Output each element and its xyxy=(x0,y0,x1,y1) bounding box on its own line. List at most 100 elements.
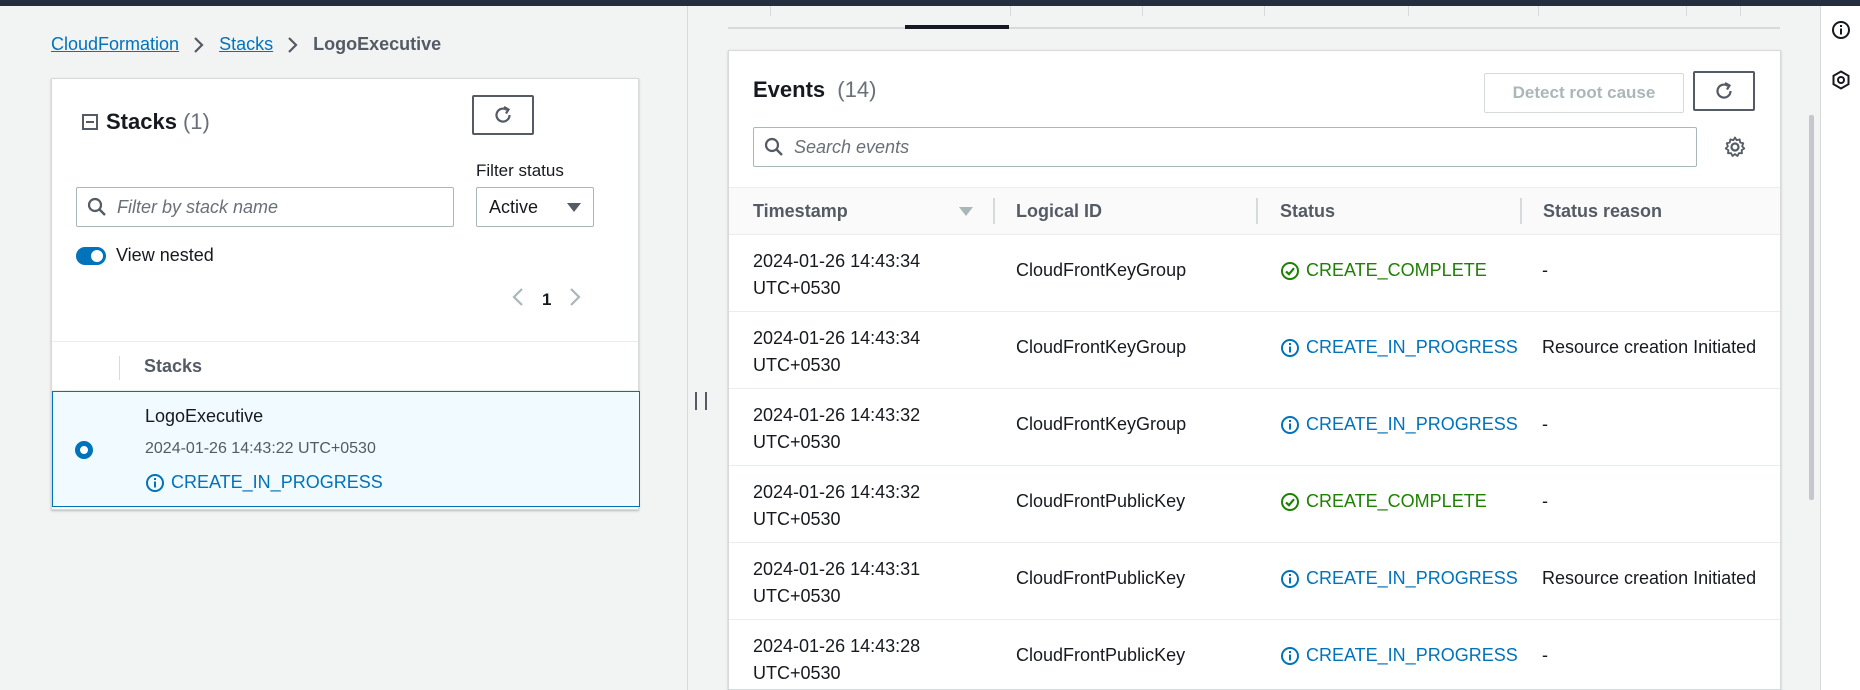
events-refresh-button[interactable] xyxy=(1693,71,1755,111)
view-nested-toggle[interactable] xyxy=(76,246,106,265)
tab-divider xyxy=(1264,6,1265,16)
timestamp-zone: UTC+0530 xyxy=(753,355,841,375)
event-status: CREATE_IN_PROGRESS xyxy=(1280,568,1518,589)
stack-status: CREATE_IN_PROGRESS xyxy=(145,472,383,493)
table-row[interactable]: 2024-01-26 14:43:34 UTC+0530 CloudFrontKe… xyxy=(729,235,1780,312)
events-card: Events (14) Detect root cause Search eve… xyxy=(728,50,1781,690)
events-table-header: Timestamp Logical ID Status Status reaso… xyxy=(729,187,1780,235)
info-icon[interactable] xyxy=(1831,20,1851,45)
tab-divider xyxy=(1740,6,1741,16)
event-status-reason: - xyxy=(1542,645,1548,665)
chevron-right-icon[interactable] xyxy=(569,287,582,312)
table-row[interactable]: 2024-01-26 14:43:32 UTC+0530 CloudFrontPu… xyxy=(729,466,1780,543)
collapse-icon[interactable] xyxy=(82,114,98,130)
stack-row-selected[interactable]: LogoExecutive 2024-01-26 14:43:22 UTC+05… xyxy=(52,391,640,507)
event-status-reason: - xyxy=(1542,414,1548,434)
filter-status-value: Active xyxy=(489,196,539,217)
timestamp-date: 2024-01-26 14:43:32 xyxy=(753,482,921,502)
info-icon xyxy=(1281,415,1299,434)
info-icon xyxy=(146,473,164,492)
stack-name: LogoExecutive xyxy=(145,406,264,426)
event-status-text: CREATE_IN_PROGRESS xyxy=(1306,337,1518,357)
event-timestamp: 2024-01-26 14:43:34 UTC+0530 xyxy=(753,325,920,379)
detect-root-cause-button[interactable]: Detect root cause xyxy=(1484,73,1684,113)
stacks-title: Stacks xyxy=(106,109,177,134)
column-divider[interactable] xyxy=(1520,198,1522,224)
event-status-text: CREATE_IN_PROGRESS xyxy=(1306,414,1518,434)
tab-divider xyxy=(1408,6,1409,16)
scrollbar[interactable] xyxy=(1809,115,1814,500)
tab-events-active-indicator[interactable] xyxy=(905,25,1009,29)
column-divider[interactable] xyxy=(1256,198,1258,224)
info-icon xyxy=(1281,569,1299,588)
column-divider[interactable] xyxy=(993,198,995,224)
refresh-icon xyxy=(1716,82,1732,99)
breadcrumb-cloudformation[interactable]: CloudFormation xyxy=(51,34,179,55)
filter-status-label: Filter status xyxy=(476,161,564,180)
breadcrumb-current: LogoExecutive xyxy=(313,34,442,54)
table-row[interactable]: 2024-01-26 14:43:28 UTC+0530 CloudFrontPu… xyxy=(729,620,1780,689)
chevron-left-icon[interactable] xyxy=(512,287,524,312)
event-status: CREATE_COMPLETE xyxy=(1280,260,1487,281)
events-title: Events xyxy=(753,77,826,102)
stacks-count: (1) xyxy=(182,109,210,134)
refresh-icon xyxy=(495,106,511,123)
sort-descending-icon[interactable] xyxy=(959,207,973,216)
view-nested-row: View nested xyxy=(76,245,214,266)
timestamp-date: 2024-01-26 14:43:28 xyxy=(753,636,921,656)
events-count: (14) xyxy=(837,77,877,102)
stacks-header: Stacks (1) xyxy=(82,109,210,135)
info-icon xyxy=(1281,338,1299,357)
event-logical-id: CloudFrontPublicKey xyxy=(1016,568,1186,588)
stack-name-filter-input[interactable]: Filter by stack name xyxy=(76,187,454,227)
table-row[interactable]: 2024-01-26 14:43:31 UTC+0530 CloudFrontPu… xyxy=(729,543,1780,620)
timestamp-zone: UTC+0530 xyxy=(753,278,841,298)
filter-status-select[interactable]: Active xyxy=(476,187,594,227)
column-header-timestamp[interactable]: Timestamp xyxy=(753,201,848,222)
chevron-right-icon xyxy=(193,36,205,54)
event-status-reason: - xyxy=(1542,260,1548,280)
stack-status-text: CREATE_IN_PROGRESS xyxy=(171,472,383,492)
stacks-refresh-button[interactable] xyxy=(472,95,534,135)
stack-filter-placeholder: Filter by stack name xyxy=(117,196,279,217)
event-timestamp: 2024-01-26 14:43:28 UTC+0530 xyxy=(753,633,920,687)
column-header-status-reason[interactable]: Status reason xyxy=(1543,201,1662,222)
info-icon xyxy=(1281,646,1299,665)
table-row[interactable]: 2024-01-26 14:43:34 UTC+0530 CloudFrontKe… xyxy=(729,312,1780,389)
event-status: CREATE_IN_PROGRESS xyxy=(1280,414,1518,435)
tab-divider xyxy=(770,6,771,16)
tab-divider xyxy=(1142,6,1143,16)
breadcrumb-stacks[interactable]: Stacks xyxy=(219,34,273,55)
event-timestamp: 2024-01-26 14:43:32 UTC+0530 xyxy=(753,402,920,456)
caret-down-icon xyxy=(567,202,581,212)
breadcrumb: CloudFormation Stacks LogoExecutive xyxy=(51,34,441,55)
event-logical-id: CloudFrontPublicKey xyxy=(1016,491,1186,511)
check-circle-icon xyxy=(1281,261,1299,280)
event-logical-id: CloudFrontPublicKey xyxy=(1016,645,1186,665)
timestamp-date: 2024-01-26 14:43:34 xyxy=(753,251,921,271)
event-logical-id: CloudFrontKeyGroup xyxy=(1016,337,1187,357)
panel-resize-handle[interactable] xyxy=(695,392,707,412)
stacks-column-header[interactable]: Stacks xyxy=(144,356,202,377)
event-status-reason: Resource creation Initiated xyxy=(1542,337,1757,357)
table-row[interactable]: 2024-01-26 14:43:32 UTC+0530 CloudFrontKe… xyxy=(729,389,1780,466)
tab-divider xyxy=(1538,6,1539,16)
stack-select-radio[interactable] xyxy=(75,441,93,459)
gear-icon[interactable] xyxy=(1723,135,1747,164)
column-header-logical-id[interactable]: Logical ID xyxy=(1016,201,1102,222)
stacks-table-header: Stacks xyxy=(52,341,638,391)
timestamp-zone: UTC+0530 xyxy=(753,586,841,606)
event-logical-id: CloudFrontKeyGroup xyxy=(1016,414,1187,434)
event-timestamp: 2024-01-26 14:43:32 UTC+0530 xyxy=(753,479,920,533)
column-header-status[interactable]: Status xyxy=(1280,201,1335,222)
event-status-text: CREATE_IN_PROGRESS xyxy=(1306,568,1518,588)
page-number[interactable]: 1 xyxy=(542,290,551,310)
event-logical-id: CloudFrontKeyGroup xyxy=(1016,260,1187,280)
timestamp-zone: UTC+0530 xyxy=(753,509,841,529)
events-search-input[interactable]: Search events xyxy=(753,127,1697,167)
view-nested-label: View nested xyxy=(116,245,214,265)
event-status: CREATE_COMPLETE xyxy=(1280,491,1487,512)
stack-date: 2024-01-26 14:43:22 UTC+0530 xyxy=(145,440,376,457)
hexagon-icon[interactable] xyxy=(1831,70,1851,95)
stacks-card: Stacks (1) Filter status Filter by stack… xyxy=(51,78,640,510)
